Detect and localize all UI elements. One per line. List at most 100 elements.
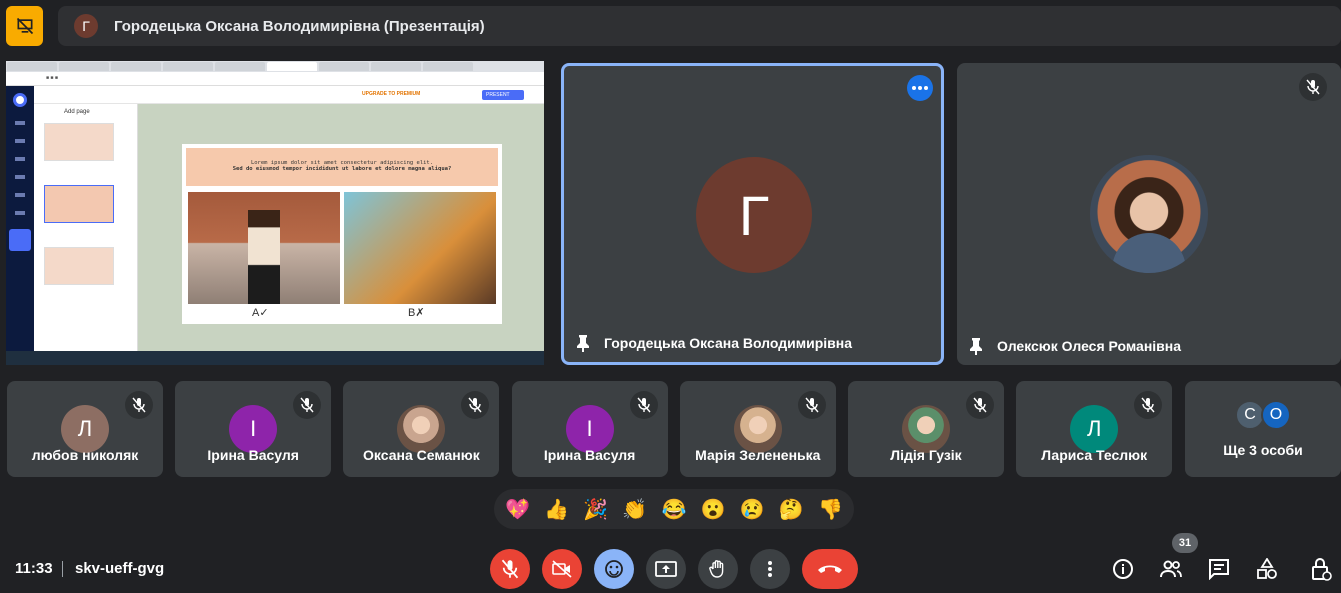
mic-off-indicator: [629, 391, 658, 419]
page-thumbnails: Add page: [34, 104, 138, 356]
pin-icon: [577, 335, 589, 352]
participant-avatar: [397, 405, 446, 453]
participant-name: Ірина Васуля: [543, 447, 636, 463]
mic-off-icon: [1141, 397, 1155, 413]
reaction-button[interactable]: 😮: [695, 491, 731, 527]
participant-name-row: Городецька Оксана Володимирівна: [576, 334, 852, 352]
upgrade-label: UPGRADE TO PREMIUM: [362, 91, 421, 97]
editor-sidebar: [6, 86, 34, 356]
participant-tile[interactable]: Ллюбов николяк: [7, 381, 163, 477]
mic-off-icon: [1306, 79, 1320, 95]
reaction-button[interactable]: 🎉: [578, 491, 614, 527]
participant-video: [1090, 155, 1208, 273]
present-screen-icon: [655, 561, 677, 577]
reaction-button[interactable]: 👍: [539, 491, 575, 527]
participant-name: Марія Зелененька: [695, 447, 821, 463]
browser-url-bar: ■ ■ ■: [6, 72, 544, 86]
reaction-button[interactable]: 😢: [734, 491, 770, 527]
mic-off-icon: [973, 397, 987, 413]
emoji-icon: [605, 560, 623, 578]
mic-off-indicator: [293, 391, 322, 419]
others-label: Ще 3 особи: [1223, 442, 1303, 458]
screen-share[interactable]: ■ ■ ■ UPGRADE TO PREMIUM PRESENT Add pag…: [6, 61, 544, 365]
presenting-indicator[interactable]: [6, 6, 43, 46]
reactions-button[interactable]: [594, 549, 634, 589]
reaction-button[interactable]: 🤔: [773, 491, 809, 527]
present-button[interactable]: [646, 549, 686, 589]
present-label: PRESENT: [482, 90, 524, 100]
chat-button[interactable]: [1206, 556, 1232, 582]
participant-tile[interactable]: Л Лариса Теслюк: [1016, 381, 1173, 477]
participant-avatar: Г: [696, 157, 812, 273]
participant-name-row: Олексюк Олеся Романівна: [969, 337, 1181, 355]
add-page-label: Add page: [64, 109, 90, 115]
windows-taskbar: [6, 351, 544, 365]
chat-icon: [1209, 559, 1229, 580]
others-tile[interactable]: С О Ще 3 особи: [1185, 381, 1341, 477]
participant-avatar: Л: [61, 405, 109, 453]
mic-off-icon: [805, 397, 819, 413]
editor-toolbar: UPGRADE TO PREMIUM PRESENT: [34, 86, 544, 104]
mic-off-indicator: [461, 391, 490, 419]
participant-name: любов николяк: [31, 447, 139, 463]
mic-off-icon: [468, 397, 482, 413]
host-controls-icon: [1312, 558, 1332, 581]
tile-options-button[interactable]: [907, 75, 933, 101]
reaction-button[interactable]: 💖: [500, 491, 536, 527]
participant-name: Оксана Семанюк: [363, 447, 480, 463]
info-icon: [1113, 559, 1133, 579]
participant-count-badge: 31: [1172, 533, 1198, 553]
participant-tile[interactable]: І Ірина Васуля: [511, 381, 668, 477]
camera-toggle-button[interactable]: [542, 549, 582, 589]
reactions-bar: 💖 👍 🎉 👏 😂 😮 😢 🤔 👎: [494, 489, 854, 529]
participant-tile[interactable]: І Ірина Васуля: [175, 381, 332, 477]
mic-off-indicator: [1299, 73, 1327, 101]
meeting-time: 11:33: [15, 560, 53, 577]
mic-off-icon: [300, 397, 314, 413]
participant-avatar: І: [565, 405, 614, 453]
participant-avatar: І: [229, 405, 278, 453]
host-controls-button[interactable]: [1308, 556, 1334, 582]
participant-name: Ірина Васуля: [207, 447, 299, 463]
mic-off-icon: [501, 559, 519, 579]
participant-tile-presenter[interactable]: Г Городецька Оксана Володимирівна: [561, 63, 944, 365]
people-button[interactable]: [1158, 556, 1184, 582]
present-off-icon: [16, 17, 33, 35]
divider: [62, 561, 63, 577]
pin-icon: [970, 338, 982, 355]
participant-name: Лідія Гузік: [890, 447, 962, 463]
activities-button[interactable]: [1254, 556, 1280, 582]
participant-name: Лариса Теслюк: [1041, 447, 1148, 463]
raise-hand-button[interactable]: [698, 549, 738, 589]
meeting-info-button[interactable]: [1110, 556, 1136, 582]
mic-off-indicator: [797, 391, 826, 419]
mic-off-indicator: [1134, 391, 1163, 419]
participant-tile[interactable]: Оксана Семанюк: [343, 381, 500, 477]
participant-tile[interactable]: Марія Зелененька: [679, 381, 836, 477]
participant-tile[interactable]: Лідія Гузік: [848, 381, 1004, 477]
participant-name: Городецька Оксана Володимирівна: [604, 335, 853, 351]
reaction-button[interactable]: 😂: [656, 491, 692, 527]
browser-tabs: [6, 61, 544, 72]
participant-tile-video[interactable]: Олексюк Олеся Романівна: [957, 63, 1341, 365]
participant-avatar: Л: [1070, 405, 1119, 453]
more-icon: [768, 561, 772, 577]
activities-icon: [1257, 558, 1277, 579]
leave-call-button[interactable]: [802, 549, 858, 589]
mic-off-icon: [637, 397, 651, 413]
camera-off-icon: [552, 560, 572, 578]
mic-toggle-button[interactable]: [490, 549, 530, 589]
more-icon: [912, 86, 928, 90]
option-a-label: A✓: [252, 307, 269, 319]
presenter-title: Городецька Оксана Володимирівна (Презент…: [114, 17, 485, 35]
presenter-banner: Г Городецька Оксана Володимирівна (Презе…: [58, 6, 1341, 46]
participant-name: Олексюк Олеся Романівна: [997, 338, 1182, 354]
participant-avatar: [733, 405, 782, 453]
end-call-icon: [818, 565, 842, 573]
other-avatar: О: [1261, 400, 1291, 430]
more-options-button[interactable]: [750, 549, 790, 589]
raise-hand-icon: [709, 560, 724, 578]
reaction-button[interactable]: 👏: [617, 491, 653, 527]
slide-canvas: Lorem ipsum dolor sit amet consectetur a…: [138, 104, 544, 356]
reaction-button[interactable]: 👎: [812, 491, 848, 527]
